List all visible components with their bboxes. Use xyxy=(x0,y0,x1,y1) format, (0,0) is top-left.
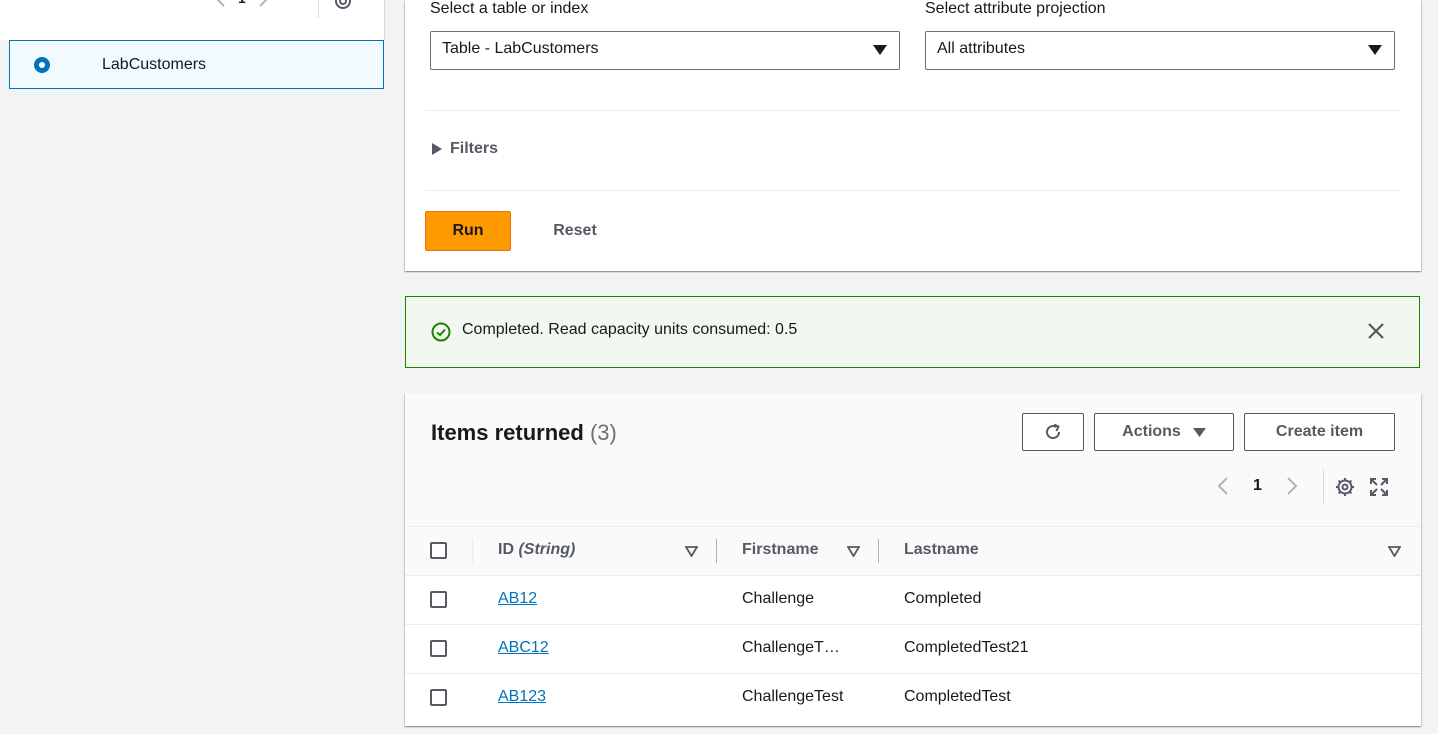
column-header-lastname[interactable]: Lastname xyxy=(904,541,979,559)
firstname-cell: Challenge xyxy=(742,590,815,607)
lastname-cell: CompletedTest21 xyxy=(904,639,1029,656)
row-checkbox[interactable] xyxy=(430,640,447,657)
chevron-right-icon[interactable] xyxy=(258,0,270,8)
chevron-left-icon[interactable] xyxy=(1217,476,1229,496)
query-form-card: Select a table or index Table - LabCusto… xyxy=(405,0,1421,271)
results-page-number[interactable]: 1 xyxy=(1253,477,1262,495)
refresh-icon xyxy=(1043,422,1063,442)
column-header-id-type: (String) xyxy=(518,541,576,558)
actions-label: Actions xyxy=(1122,423,1181,440)
tables-panel-header: 1 xyxy=(0,0,385,40)
projection-select-label: Select attribute projection xyxy=(925,0,1106,17)
caret-right-icon xyxy=(432,143,442,155)
results-pager: 1 xyxy=(1217,476,1298,496)
caret-down-icon xyxy=(1368,45,1382,55)
table-header-row: ID (String) Firstname Lastname xyxy=(405,527,1421,576)
row-checkbox[interactable] xyxy=(430,689,447,706)
results-header: Items returned (3) Actions Create item 1 xyxy=(405,393,1421,527)
column-header-id-label: ID xyxy=(498,541,514,558)
firstname-cell: ChallengeT… xyxy=(742,639,840,656)
check-circle-icon xyxy=(431,322,451,342)
chevron-left-icon[interactable] xyxy=(214,0,226,8)
pager-divider xyxy=(318,0,319,18)
projection-select-value: All attributes xyxy=(937,40,1026,57)
alert-message: Completed. Read capacity units consumed:… xyxy=(462,321,798,338)
item-id-link[interactable]: AB12 xyxy=(498,590,537,608)
filters-label: Filters xyxy=(450,140,499,157)
tables-panel: 1 LabCustomers xyxy=(0,0,385,90)
tables-page-number[interactable]: 1 xyxy=(238,0,246,6)
reset-button[interactable]: Reset xyxy=(533,211,617,251)
lastname-cell: CompletedTest xyxy=(904,688,1011,705)
caret-down-icon xyxy=(1192,427,1206,437)
results-table: ID (String) Firstname Lastname AB12 Chal… xyxy=(405,527,1421,723)
sort-icon[interactable] xyxy=(685,546,698,557)
expand-icon[interactable] xyxy=(1370,478,1388,496)
row-checkbox[interactable] xyxy=(430,591,447,608)
run-button[interactable]: Run xyxy=(425,211,511,251)
section-divider xyxy=(425,110,1400,111)
success-alert: Completed. Read capacity units consumed:… xyxy=(405,296,1420,368)
column-resizer[interactable] xyxy=(716,539,717,563)
lastname-cell: Completed xyxy=(904,590,982,607)
create-item-button[interactable]: Create item xyxy=(1244,413,1395,451)
column-header-firstname[interactable]: Firstname xyxy=(742,541,818,559)
table-option-label: LabCustomers xyxy=(102,56,207,73)
item-id-link[interactable]: AB123 xyxy=(498,688,546,706)
tables-pager: 1 xyxy=(214,0,270,8)
pager-divider xyxy=(1323,469,1324,503)
caret-down-icon xyxy=(873,45,887,55)
gear-icon[interactable] xyxy=(332,0,354,12)
item-id-link[interactable]: ABC12 xyxy=(498,639,549,657)
column-resizer[interactable] xyxy=(878,539,879,563)
sort-icon[interactable] xyxy=(1388,546,1401,557)
table-select[interactable]: Table - LabCustomers xyxy=(430,31,900,70)
firstname-cell: ChallengeTest xyxy=(742,688,844,705)
section-divider xyxy=(425,190,1400,191)
results-count: (3) xyxy=(589,420,617,445)
select-all-checkbox[interactable] xyxy=(430,542,447,559)
table-select-value: Table - LabCustomers xyxy=(442,40,599,57)
table-row[interactable]: ABC12 ChallengeT… CompletedTest21 xyxy=(405,625,1421,674)
gear-icon[interactable] xyxy=(1335,477,1355,497)
filters-expander[interactable]: Filters xyxy=(432,140,498,158)
table-select-label: Select a table or index xyxy=(430,0,589,17)
table-row[interactable]: AB12 Challenge Completed xyxy=(405,576,1421,625)
results-title-text: Items returned xyxy=(431,420,584,445)
chevron-right-icon[interactable] xyxy=(1286,476,1298,496)
projection-select[interactable]: All attributes xyxy=(925,31,1395,70)
table-radio[interactable] xyxy=(34,57,50,73)
results-card: Items returned (3) Actions Create item 1 xyxy=(405,393,1421,726)
sort-icon[interactable] xyxy=(847,546,860,557)
actions-dropdown-button[interactable]: Actions xyxy=(1094,413,1234,451)
table-row[interactable]: AB123 ChallengeTest CompletedTest xyxy=(405,674,1421,723)
column-divider xyxy=(472,539,473,563)
results-title: Items returned (3) xyxy=(431,420,617,446)
column-header-id[interactable]: ID (String) xyxy=(498,541,575,559)
table-option-labcustomers[interactable]: LabCustomers xyxy=(9,40,384,89)
refresh-button[interactable] xyxy=(1022,413,1084,451)
close-icon[interactable] xyxy=(1367,322,1385,340)
